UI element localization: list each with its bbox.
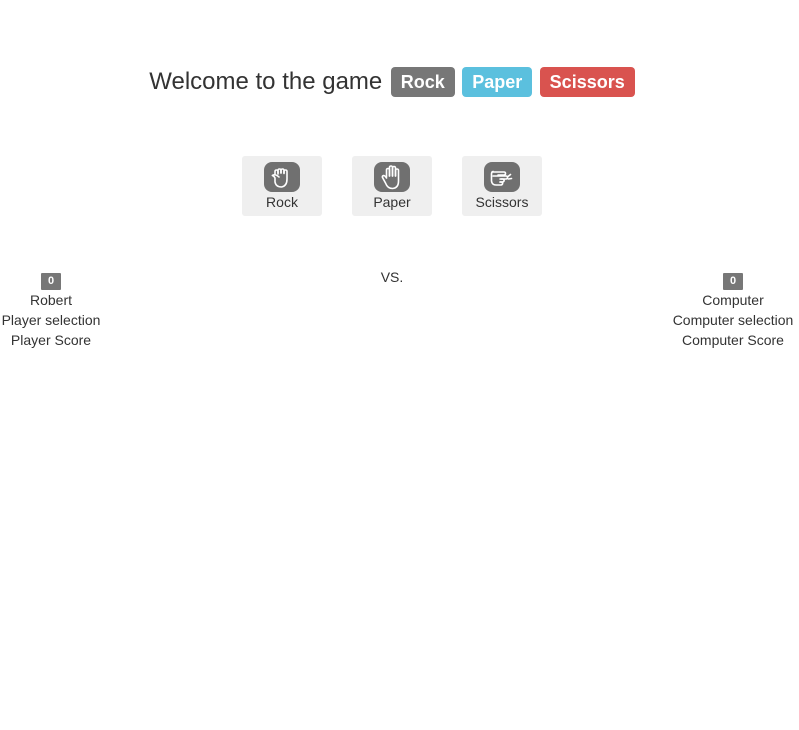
game-page: Welcome to the game Rock Paper Scissors … xyxy=(0,0,799,730)
scissors-button[interactable]: Scissors xyxy=(462,156,542,216)
page-title: Welcome to the game xyxy=(149,68,383,95)
rock-hand-icon xyxy=(264,162,300,192)
computer-panel: 0 Computer Computer selection Computer S… xyxy=(671,269,795,350)
computer-score-badge: 0 xyxy=(722,273,744,290)
rock-button[interactable]: Rock xyxy=(242,156,322,216)
player-selection: Player selection xyxy=(1,312,101,328)
scissors-label: Scissors xyxy=(539,67,635,97)
computer-score-label: Computer Score xyxy=(682,332,784,348)
paper-label: Paper xyxy=(462,67,533,97)
player-name: Robert xyxy=(29,292,73,308)
scissors-hand-icon xyxy=(484,162,520,192)
paper-button[interactable]: Paper xyxy=(352,156,432,216)
player-score-label: Player Score xyxy=(10,332,92,348)
computer-name: Computer xyxy=(702,292,764,308)
vs-text: VS. xyxy=(380,269,404,285)
rock-button-label: Rock xyxy=(266,194,298,210)
paper-button-label: Paper xyxy=(373,194,411,210)
player-score-badge: 0 xyxy=(40,273,62,290)
player-panel: 0 Robert Player selection Player Score xyxy=(0,269,103,350)
rock-label: Rock xyxy=(390,67,455,97)
computer-selection: Computer selection xyxy=(672,312,794,328)
scissors-button-label: Scissors xyxy=(475,194,529,210)
page-heading: Welcome to the game Rock Paper Scissors xyxy=(0,67,784,97)
paper-hand-icon xyxy=(374,162,410,192)
